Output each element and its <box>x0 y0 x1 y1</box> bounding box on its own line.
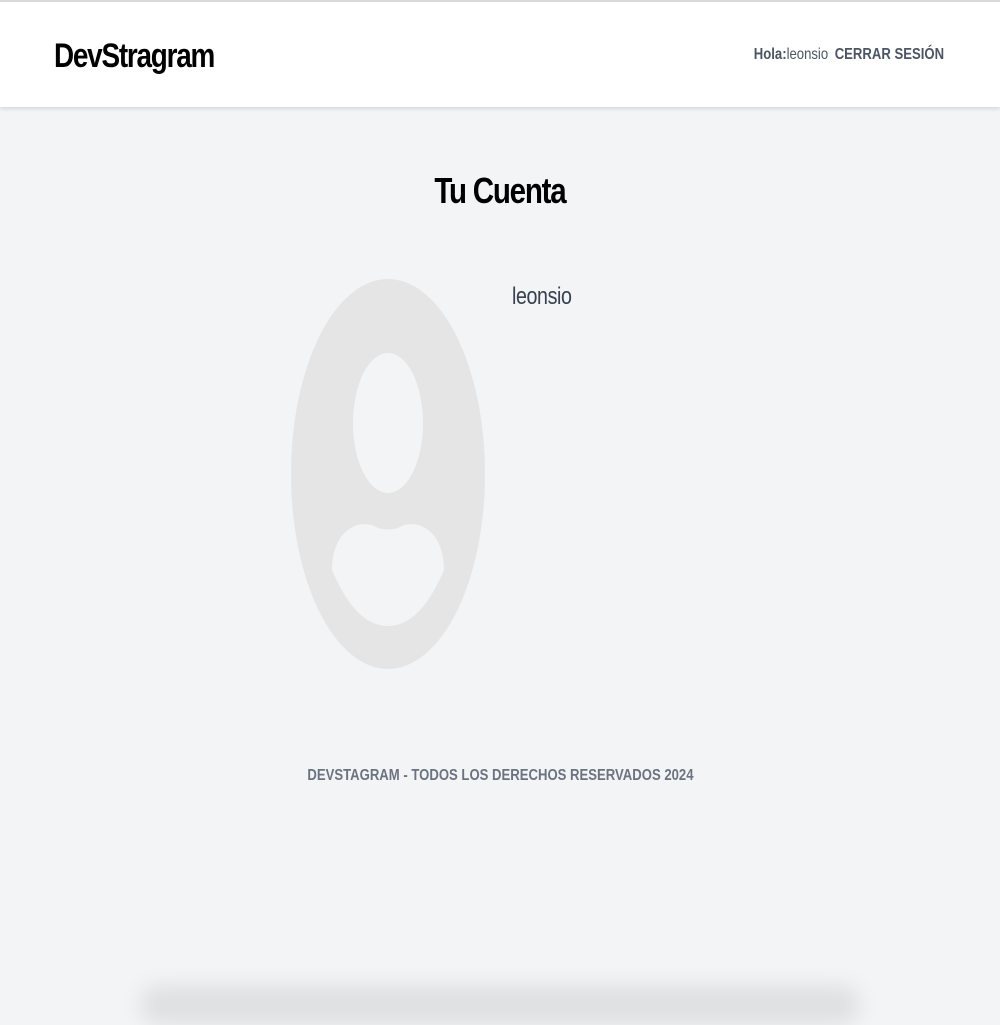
footer-text: DEVSTAGRAM - TODOS LOS DERECHOS RESERVAD… <box>306 767 694 784</box>
profile-username: leonsio <box>512 283 572 310</box>
avatar-circle <box>291 279 485 669</box>
page-footer: DEVSTAGRAM - TODOS LOS DERECHOS RESERVAD… <box>0 767 1000 785</box>
page-title: Tu Cuenta <box>0 170 1000 212</box>
bottom-shadow <box>140 985 860 1025</box>
default-user-avatar-icon <box>291 279 485 669</box>
app-logo[interactable]: DevStragram <box>54 36 215 76</box>
greeting-label: Hola: <box>753 46 787 63</box>
user-nav: Hola: leonsio CERRAR SESIÓN <box>754 46 944 64</box>
page-title-text: Tu Cuenta <box>434 170 566 211</box>
greeting-username[interactable]: leonsio <box>787 46 829 64</box>
logout-button[interactable]: CERRAR SESIÓN <box>835 46 944 64</box>
top-header: DevStragram Hola: leonsio CERRAR SESIÓN <box>0 0 1000 107</box>
